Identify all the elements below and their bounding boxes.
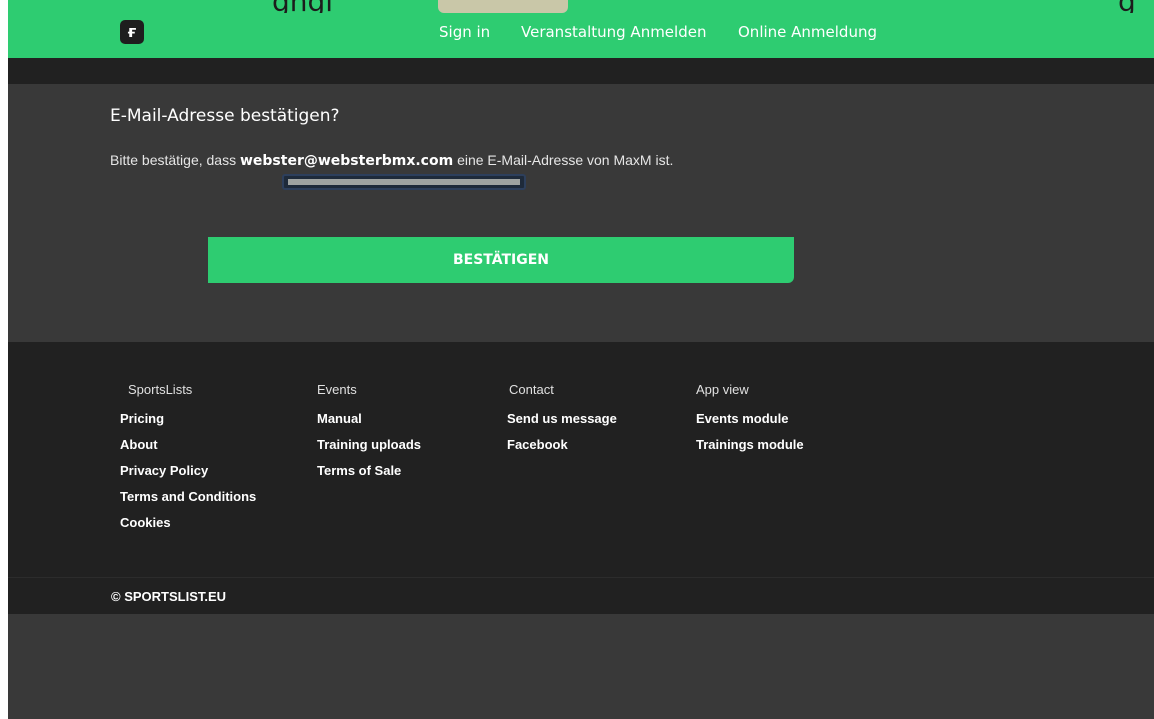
footer-link-manual[interactable]: Manual [317,411,421,437]
confirm-text-before: Bitte bestätige, dass [110,152,240,168]
footer-link-pricing[interactable]: Pricing [120,411,256,437]
confirm-email-section: E-Mail-Adresse bestätigen? Bitte bestäti… [8,84,1154,342]
copyright-bar: © SPORTSLIST.EU [8,577,1154,614]
confirm-text-after: eine E-Mail-Adresse von MaxM ist. [453,152,674,168]
footer-link-training-uploads[interactable]: Training uploads [317,437,421,463]
cutoff-heading: gngi g [8,0,1154,13]
top-navbar: gngi g ғ Sign in Veranstaltung Anmelden … [8,0,1154,58]
logo-icon[interactable]: ғ [120,20,144,44]
footer-column-sportslists: SportsLists Pricing About Privacy Policy… [120,382,256,541]
footer: SportsLists Pricing About Privacy Policy… [8,342,1154,577]
footer-heading-app-view: App view [696,382,749,397]
footer-column-contact: Contact Send us message Facebook [507,382,617,463]
footer-column-events: Events Manual Training uploads Terms of … [317,382,421,489]
nav-online-anmeldung[interactable]: Online Anmeldung [738,23,877,41]
footer-link-cookies[interactable]: Cookies [120,515,256,541]
confirm-email: webster@websterbmx.com [239,153,454,169]
footer-link-trainings-module[interactable]: Trainings module [696,437,804,463]
footer-link-about[interactable]: About [120,437,256,463]
nav-sign-in[interactable]: Sign in [439,23,490,41]
footer-link-terms-and-conditions[interactable]: Terms and Conditions [120,489,256,515]
footer-link-terms-of-sale[interactable]: Terms of Sale [317,463,421,489]
active-tab-indicator [438,0,568,13]
copyright-text: © SPORTSLIST.EU [111,589,227,604]
footer-heading-events: Events [317,382,357,397]
page: gngi g ғ Sign in Veranstaltung Anmelden … [8,0,1154,719]
footer-column-app-view: App view Events module Trainings module [696,382,804,463]
header-divider-band [8,58,1154,84]
cutoff-heading-right: g [1118,0,1136,13]
cutoff-heading-left: gngi [272,0,333,13]
confirm-message: Bitte bestätige, dass webster@websterbmx… [110,152,673,169]
footer-link-send-message[interactable]: Send us message [507,411,617,437]
footer-heading-sportslists: SportsLists [128,382,193,397]
page-bottom-fill [8,614,1154,719]
confirm-title: E-Mail-Adresse bestätigen? [110,106,340,126]
footer-link-privacy-policy[interactable]: Privacy Policy [120,463,256,489]
confirm-button[interactable]: BESTÄTIGEN [208,237,794,283]
footer-heading-contact: Contact [509,382,554,397]
nav-veranstaltung-anmelden[interactable]: Veranstaltung Anmelden [521,23,706,41]
footer-link-events-module[interactable]: Events module [696,411,804,437]
redacted-overlay [282,174,526,190]
footer-link-facebook[interactable]: Facebook [507,437,617,463]
